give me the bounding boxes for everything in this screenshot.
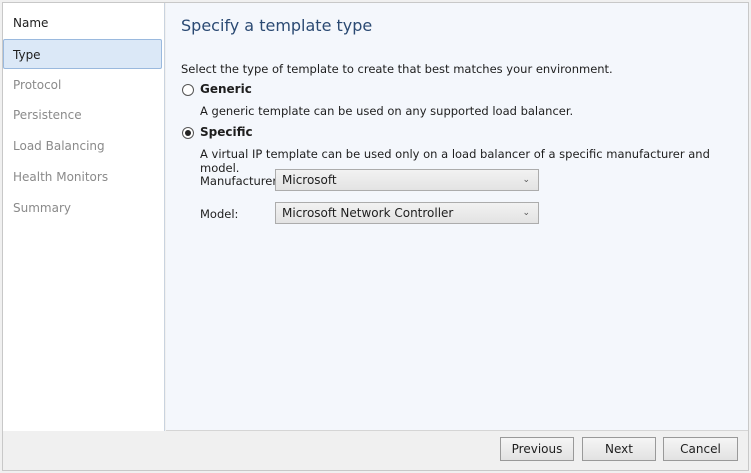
wizard-steps-sidebar: Name Type Protocol Persistence Load Bala… xyxy=(3,3,165,431)
step-load-balancing[interactable]: Load Balancing xyxy=(3,131,162,161)
step-protocol[interactable]: Protocol xyxy=(3,70,162,100)
step-health-monitors[interactable]: Health Monitors xyxy=(3,162,162,192)
chevron-down-icon: ⌄ xyxy=(522,175,530,185)
manufacturer-label: Manufacturer: xyxy=(200,174,281,188)
instruction-text: Select the type of template to create th… xyxy=(181,62,613,76)
model-value: Microsoft Network Controller xyxy=(282,206,454,220)
generic-radio[interactable] xyxy=(182,84,194,96)
cancel-button[interactable]: Cancel xyxy=(663,437,738,461)
manufacturer-dropdown[interactable]: Microsoft ⌄ xyxy=(275,169,539,191)
model-dropdown[interactable]: Microsoft Network Controller ⌄ xyxy=(275,202,539,224)
previous-button[interactable]: Previous xyxy=(500,437,574,461)
specific-label[interactable]: Specific xyxy=(200,125,253,139)
manufacturer-value: Microsoft xyxy=(282,173,337,187)
step-type[interactable]: Type xyxy=(3,39,162,69)
page-title: Specify a template type xyxy=(181,16,373,35)
generic-description: A generic template can be used on any su… xyxy=(200,104,574,118)
chevron-down-icon: ⌄ xyxy=(522,208,530,218)
step-name[interactable]: Name xyxy=(3,8,162,38)
specific-radio[interactable] xyxy=(182,127,194,139)
step-summary[interactable]: Summary xyxy=(3,193,162,223)
generic-label[interactable]: Generic xyxy=(200,82,252,96)
next-button[interactable]: Next xyxy=(582,437,656,461)
wizard-window: Name Type Protocol Persistence Load Bala… xyxy=(2,2,749,471)
model-label: Model: xyxy=(200,207,239,221)
step-persistence[interactable]: Persistence xyxy=(3,100,162,130)
main-panel: Specify a template type Select the type … xyxy=(166,3,748,431)
